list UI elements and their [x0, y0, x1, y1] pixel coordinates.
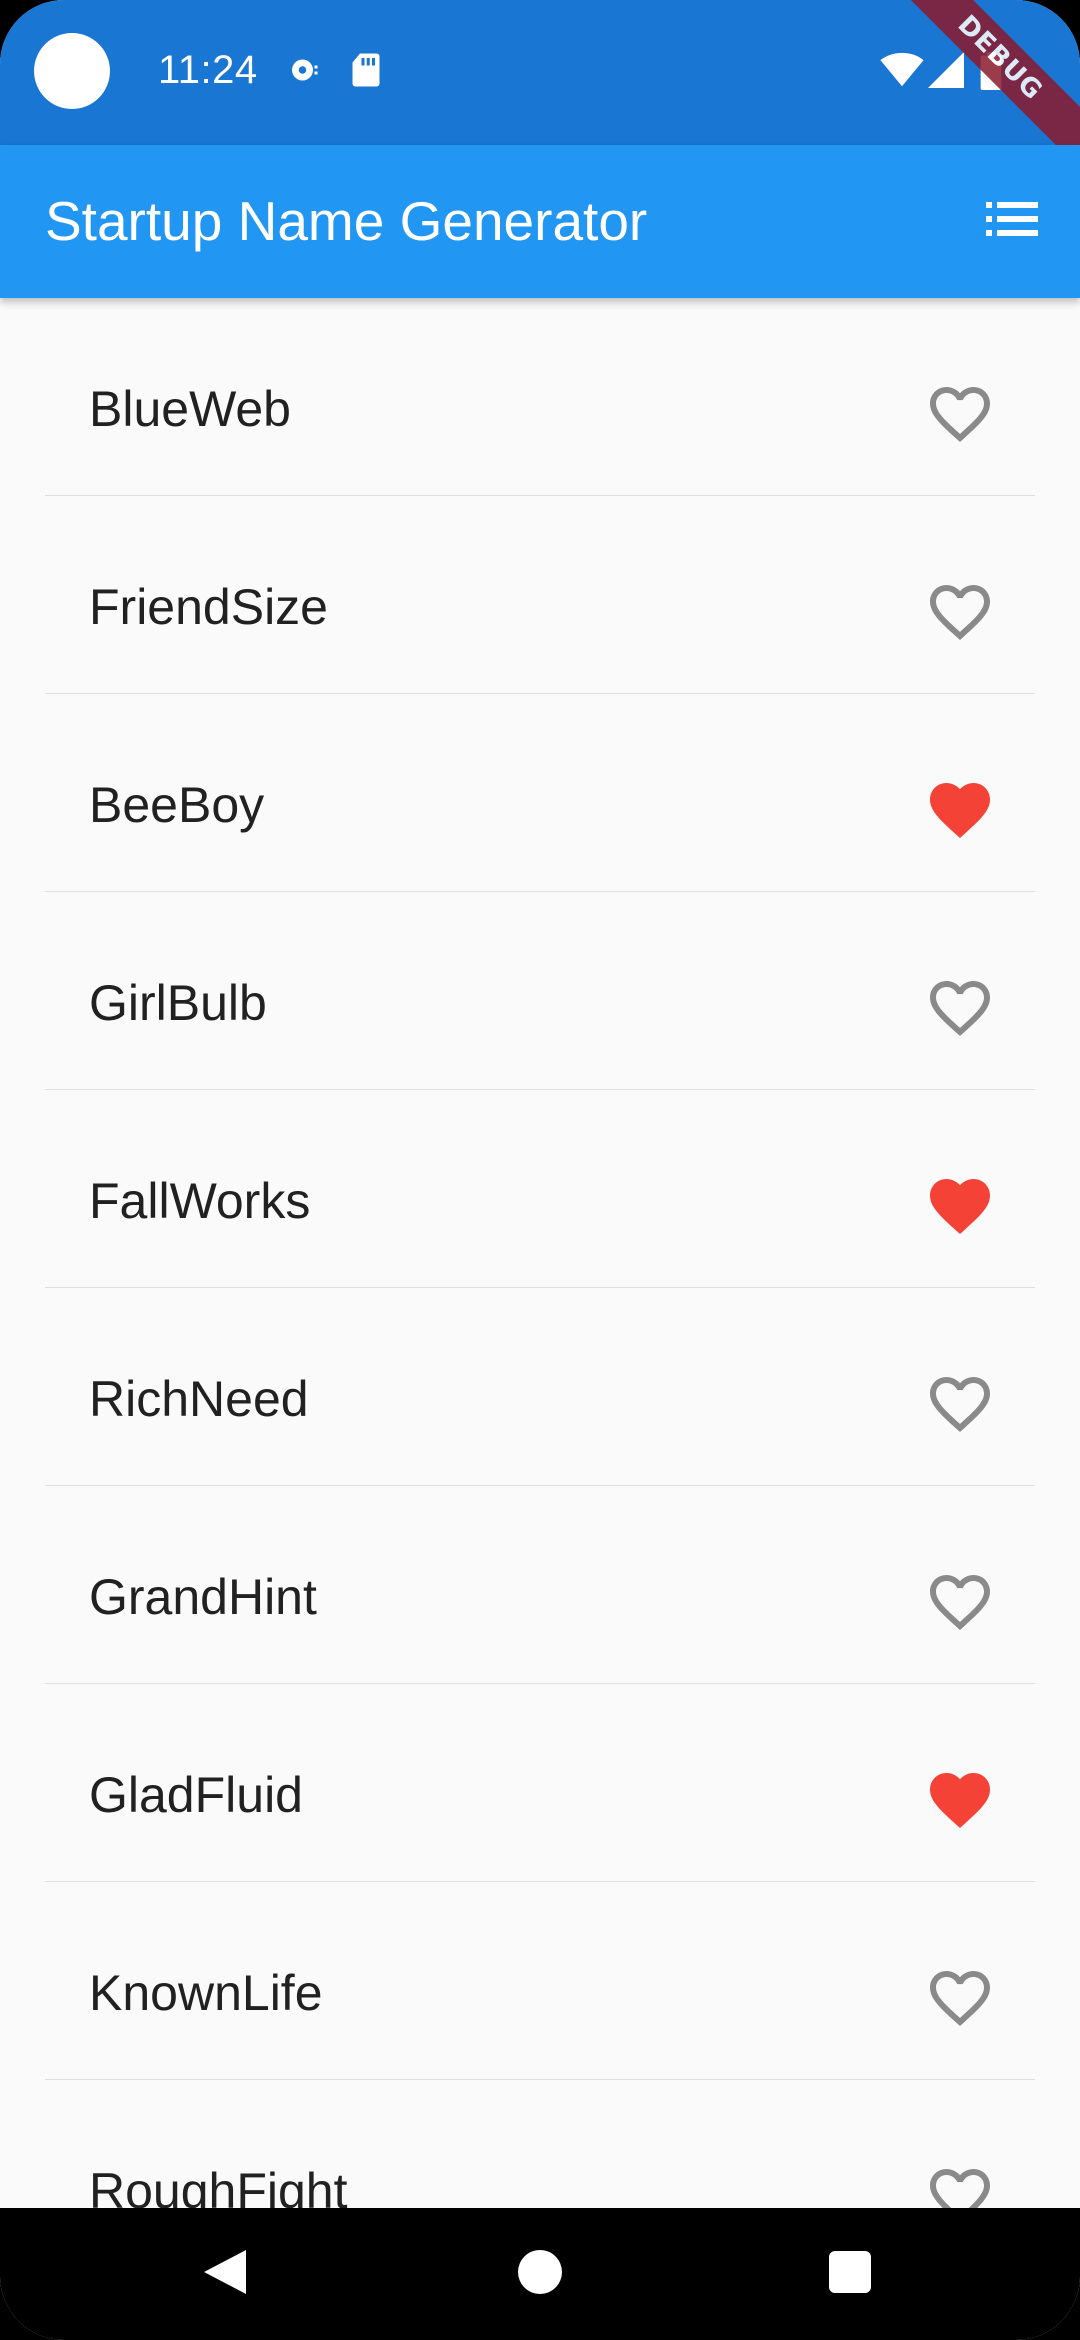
list-item[interactable]: RichNeed	[45, 1288, 1035, 1486]
list-item[interactable]: FallWorks	[45, 1090, 1035, 1288]
recents-icon	[829, 2250, 871, 2298]
list-item-label: FriendSize	[89, 579, 328, 635]
favorite-icon[interactable]	[930, 1176, 990, 1235]
saved-suggestions-button[interactable]	[974, 183, 1050, 259]
list-item-label: FallWorks	[89, 1173, 311, 1229]
signal-icon	[928, 52, 964, 93]
favorite-border-icon[interactable]	[930, 978, 990, 1037]
list-item-label: KnownLife	[89, 1965, 323, 2021]
status-bar: 11:24 DEBUG	[0, 0, 1080, 180]
camera-cutout	[34, 33, 110, 109]
page-title: Startup Name Generator	[45, 190, 648, 252]
list-item[interactable]: BeeBoy	[45, 694, 1035, 892]
list-item[interactable]: KnownLife	[45, 1882, 1035, 2080]
list-item[interactable]: BlueWeb	[45, 298, 1035, 496]
sync-icon	[286, 52, 322, 93]
recents-button[interactable]	[805, 2208, 895, 2340]
list-item-label: BlueWeb	[89, 381, 291, 437]
list-item[interactable]: GirlBulb	[45, 892, 1035, 1090]
system-nav-bar	[0, 2208, 1080, 2340]
suggestion-list[interactable]: BlueWeb FriendSize BeeBoy GirlBulb FallWorks…	[0, 298, 1080, 2208]
favorite-border-icon[interactable]	[930, 1572, 990, 1631]
phone-screen: 11:24 DEBUG Startup Name Generator BlueW…	[0, 0, 1080, 2340]
app-bar: Startup Name Generator	[0, 145, 1080, 298]
status-time: 11:24	[158, 48, 258, 92]
sd-card-icon	[350, 52, 382, 93]
favorite-border-icon[interactable]	[930, 384, 990, 443]
list-item-label: GrandHint	[89, 1569, 317, 1625]
list-item-label: GirlBulb	[89, 975, 267, 1031]
list-item-label: RoughFight	[89, 2163, 348, 2208]
list-item-label: GladFluid	[89, 1767, 303, 1823]
back-icon	[202, 2248, 248, 2301]
home-button[interactable]	[495, 2208, 585, 2340]
list-icon	[986, 200, 1038, 243]
favorite-border-icon[interactable]	[930, 2166, 990, 2208]
list-item-label: BeeBoy	[89, 777, 265, 833]
list-item[interactable]: RoughFight	[45, 2080, 1035, 2208]
favorite-border-icon[interactable]	[930, 1968, 990, 2027]
list-item[interactable]: GladFluid	[45, 1684, 1035, 1882]
favorite-icon[interactable]	[930, 780, 990, 839]
back-button[interactable]	[180, 2208, 270, 2340]
list-item-label: RichNeed	[89, 1371, 309, 1427]
favorite-border-icon[interactable]	[930, 582, 990, 641]
list-item[interactable]: GrandHint	[45, 1486, 1035, 1684]
list-item[interactable]: FriendSize	[45, 496, 1035, 694]
wifi-icon	[880, 52, 924, 93]
favorite-icon[interactable]	[930, 1770, 990, 1829]
home-icon	[518, 2249, 562, 2299]
favorite-border-icon[interactable]	[930, 1374, 990, 1433]
